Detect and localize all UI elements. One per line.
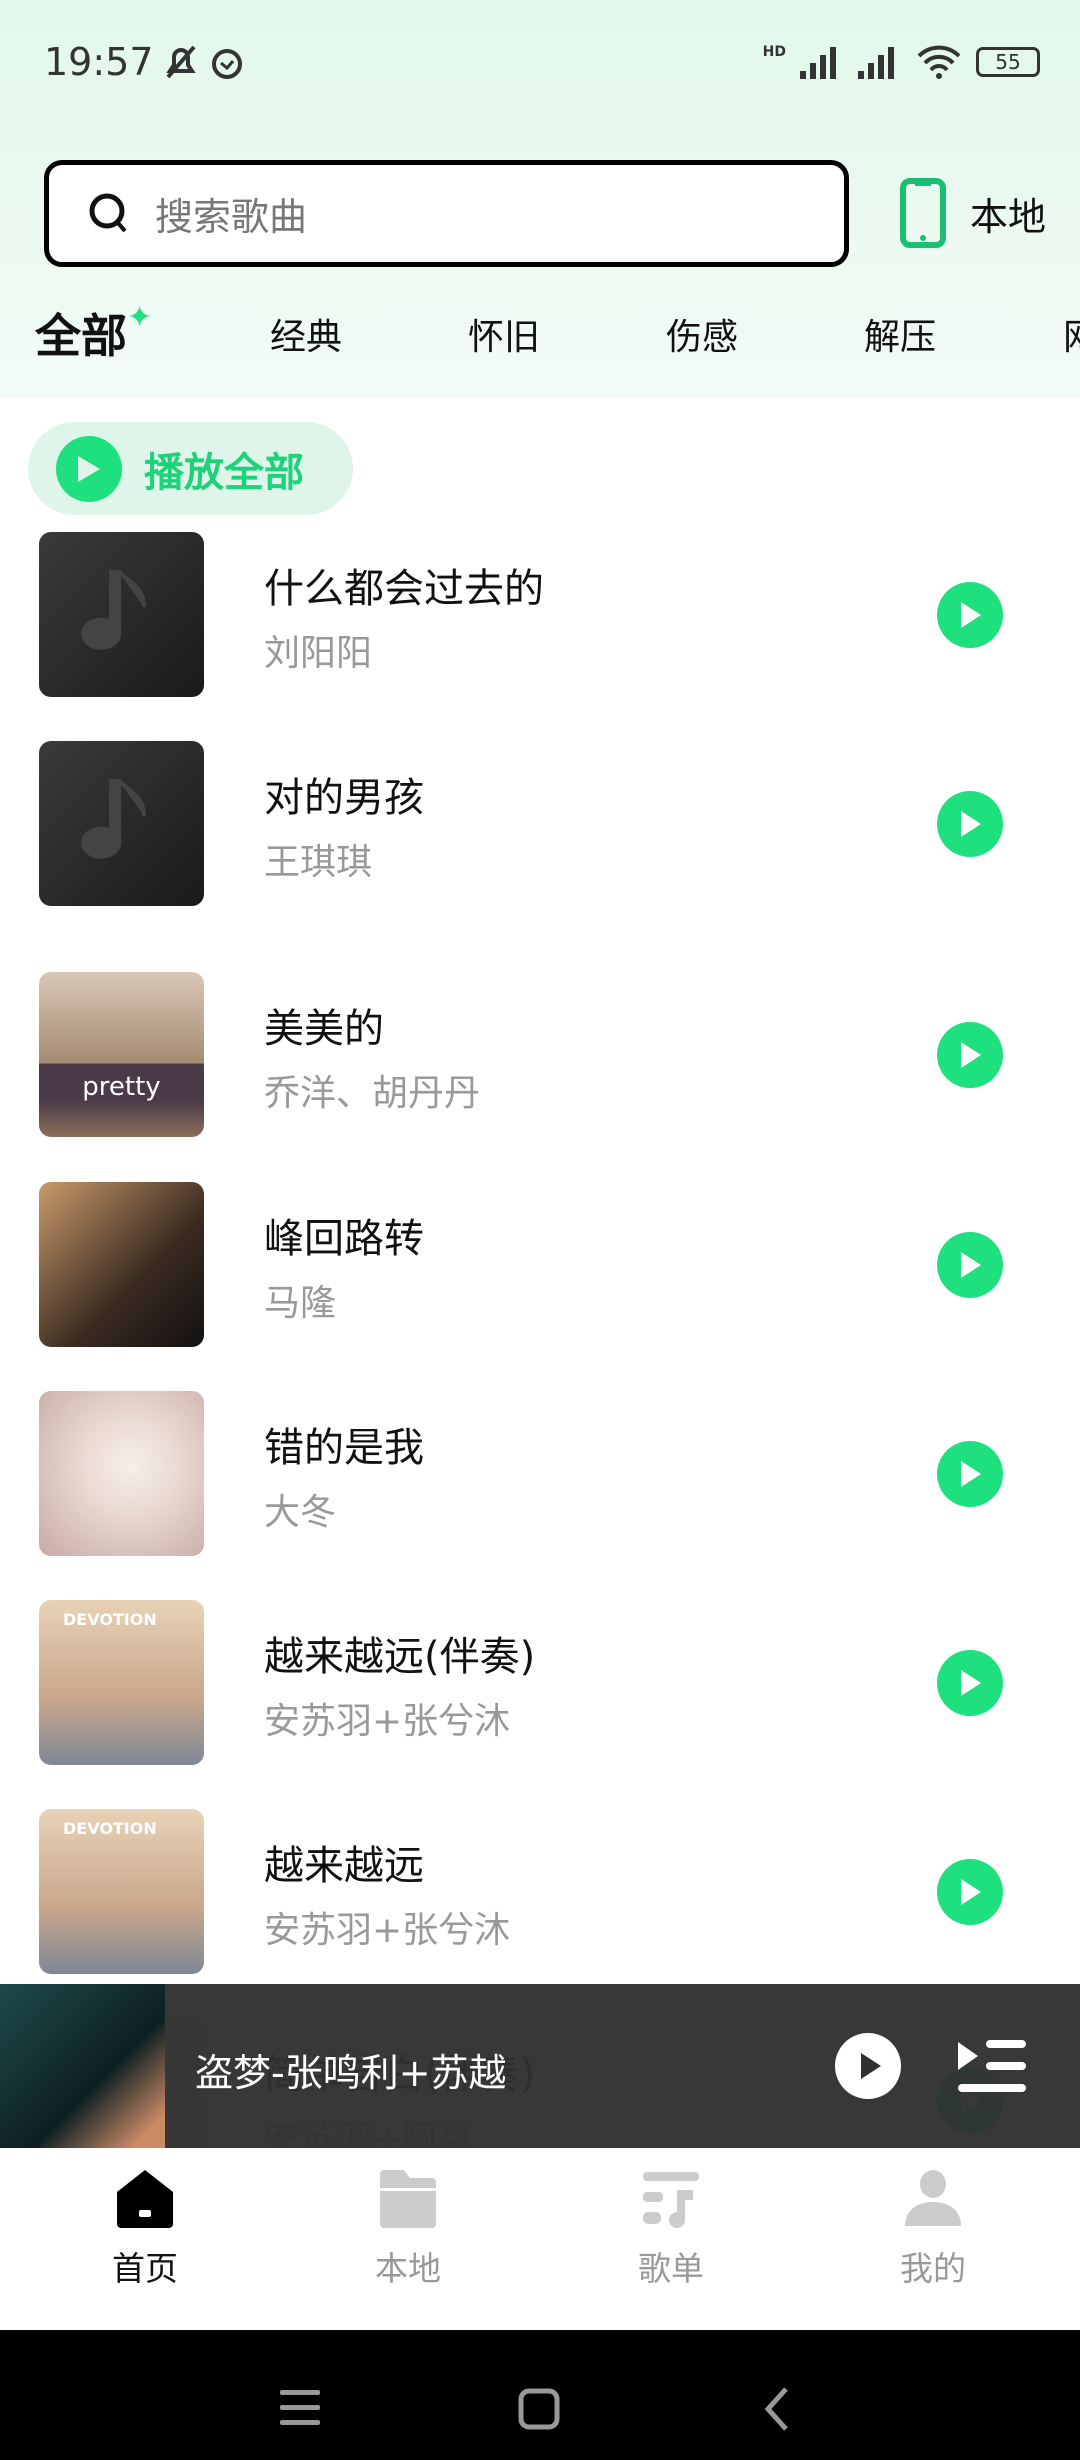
music-note-icon [81,779,146,859]
tab-nostalgia[interactable]: 怀旧 [468,308,540,360]
play-icon [961,1879,981,1905]
song-artist: 乔洋、胡丹丹 [264,1073,481,1114]
song-artist: 安苏羽+张兮沐 [264,1910,511,1951]
play-icon [56,435,122,502]
album-art [39,532,204,697]
nav-playlist[interactable]: 歌单 [591,2170,751,2290]
bell-muted-icon [165,45,196,79]
album-art-text: pretty [82,1072,161,1102]
play-icon [961,1670,981,1696]
now-playing-title: 盗梦-张鸣利+苏越 [195,2051,507,2095]
music-note-icon [81,570,146,650]
play-icon [961,1042,981,1068]
album-art-text: DEVOTION [63,1610,157,1629]
clock: 19:57 [44,40,154,84]
play-icon [961,1461,981,1487]
play-icon [961,811,981,837]
song-row[interactable]: DEVOTION 越来越远 安苏羽+张兮沐 [0,1809,1080,1974]
song-artist: 马隆 [264,1283,337,1324]
mini-player[interactable]: 盗梦-张鸣利+苏越 [0,1984,1080,2148]
system-nav-bar [0,2330,1080,2460]
song-row[interactable]: 对的男孩 王琪琪 [0,741,1080,906]
folder-icon [380,2170,436,2228]
song-row[interactable]: DEVOTION 越来越远(伴奏) 安苏羽+张兮沐 [0,1600,1080,1765]
album-art [39,1182,204,1347]
song-title: 什么都会过去的 [264,566,544,612]
song-artist: 大冬 [264,1492,337,1533]
play-song-button[interactable] [937,791,1003,857]
nav-home[interactable]: 首页 [65,2170,225,2290]
battery-level: 55 [995,50,1021,74]
user-icon [905,2170,961,2226]
play-song-button[interactable] [937,1859,1003,1925]
play-song-button[interactable] [937,1441,1003,1507]
play-song-button[interactable] [937,582,1003,648]
tab-label: 全部 [35,309,127,363]
header: 19:57 HD 55 搜索歌曲 本地 全部✦ 经典 怀旧 伤感 解压 网 [0,0,1080,398]
menu-icon[interactable] [280,2388,320,2428]
status-bar-right: HD 55 [763,44,1040,80]
tab-all[interactable]: 全部✦ [35,300,152,366]
play-icon [961,602,981,628]
playlist-queue-icon[interactable] [958,2038,1026,2094]
album-art [39,741,204,906]
song-row[interactable]: 峰回路转 马隆 [0,1182,1080,1347]
local-label: 本地 [970,194,1047,239]
song-row[interactable]: pretty 美美的 乔洋、胡丹丹 [0,972,1080,1137]
song-artist: 刘阳阳 [264,633,373,674]
tab-classic[interactable]: 经典 [270,308,342,360]
sparkle-icon: ✦ [127,300,153,335]
song-artist: 安苏羽+张兮沐 [264,1701,511,1742]
signal-icon [858,47,894,79]
song-row[interactable]: 什么都会过去的 刘阳阳 [0,532,1080,697]
tab-more[interactable]: 网 [1063,308,1080,360]
song-title: 错的是我 [264,1425,424,1471]
play-song-button[interactable] [937,1650,1003,1716]
song-row[interactable]: 错的是我 大冬 [0,1391,1080,1556]
album-art-text: DEVOTION [63,1819,157,1838]
nav-label: 歌单 [638,2249,704,2288]
play-song-button[interactable] [937,1022,1003,1088]
nav-label: 本地 [375,2249,441,2288]
play-button[interactable] [835,2033,901,2099]
play-song-button[interactable] [937,1232,1003,1298]
nav-label: 首页 [112,2249,178,2288]
song-title: 越来越远(伴奏) [264,1634,536,1680]
play-icon [961,1252,981,1278]
alarm-icon [211,49,242,79]
album-art: pretty [39,972,204,1137]
song-title: 峰回路转 [264,1216,424,1262]
playlist-icon [643,2172,699,2228]
album-art: DEVOTION [39,1600,204,1765]
local-button[interactable]: 本地 [900,178,1046,248]
bottom-nav: 首页 本地 歌单 我的 [0,2148,1080,2330]
battery-icon: 55 [976,47,1040,77]
search-placeholder: 搜索歌曲 [155,195,308,239]
now-playing-album-art [0,1984,165,2148]
back-icon[interactable] [762,2386,792,2432]
category-tabs: 全部✦ 经典 怀旧 伤感 解压 网 [0,300,1080,370]
search-icon [89,193,127,232]
signal-icon [800,47,836,79]
song-title: 越来越远 [264,1843,424,1889]
album-art: DEVOTION [39,1809,204,1974]
play-all-button[interactable]: 播放全部 [28,422,353,515]
phone-icon [900,178,946,248]
status-bar-left: 19:57 [44,40,246,84]
hd-label: HD [762,44,786,60]
nav-local[interactable]: 本地 [328,2170,488,2290]
song-title: 美美的 [264,1006,384,1052]
album-art [39,1391,204,1556]
play-all-label: 播放全部 [144,449,304,496]
home-icon [117,2170,173,2228]
tab-sad[interactable]: 伤感 [666,308,738,360]
tab-relax[interactable]: 解压 [864,308,936,360]
song-artist: 王琪琪 [264,842,373,883]
search-input[interactable]: 搜索歌曲 [44,160,849,267]
nav-label: 我的 [900,2249,966,2288]
home-system-icon[interactable] [518,2388,560,2430]
song-title: 对的男孩 [264,775,424,821]
nav-mine[interactable]: 我的 [853,2170,1013,2290]
wifi-icon [917,45,961,79]
